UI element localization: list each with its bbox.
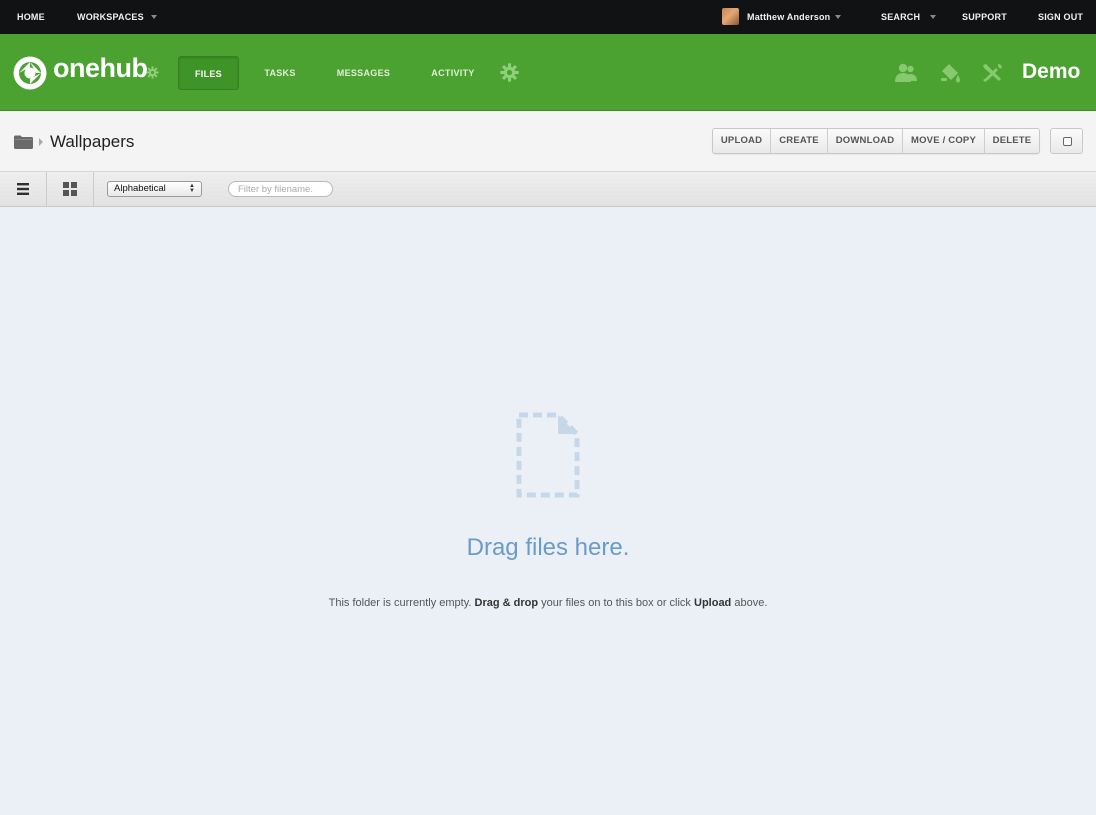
workspace-name: Demo [1022, 60, 1081, 83]
empty-folder-message: This folder is currently empty. Drag & d… [0, 597, 1096, 609]
delete-button[interactable]: DELETE [985, 129, 1039, 153]
tab-files[interactable]: FILES [178, 56, 239, 90]
empty-document-icon [516, 412, 580, 498]
top-bar: HOME WORKSPACES Matthew Anderson SEARCH … [0, 0, 1096, 34]
drag-files-title: Drag files here. [466, 534, 630, 561]
empty-message-middle: your files on to this box or click [541, 597, 691, 609]
user-menu[interactable]: Matthew Anderson [747, 0, 842, 34]
breadcrumb-separator-icon [39, 138, 43, 146]
workspace-header: onehub FILES TASKS MESSAGES ACTIVITY Dem… [0, 34, 1096, 111]
download-button[interactable]: DOWNLOAD [828, 129, 903, 153]
avatar[interactable] [722, 8, 739, 25]
search-label: SEARCH [881, 12, 921, 22]
logo-gear-icon [146, 66, 159, 79]
file-actions: UPLOAD CREATE DOWNLOAD MOVE / COPY DELET… [712, 128, 1040, 154]
home-link[interactable]: HOME [17, 0, 45, 34]
page-title: Wallpapers [50, 132, 135, 151]
tab-activity[interactable]: ACTIVITY [419, 56, 487, 90]
onehub-logo-icon[interactable] [12, 55, 48, 91]
chevron-down-icon [835, 14, 842, 19]
upload-emphasis: Upload [694, 597, 732, 609]
filter-input[interactable] [228, 181, 333, 197]
sort-select-value: Alphabetical [114, 183, 166, 194]
chevron-down-icon [930, 14, 937, 19]
grid-view-icon [63, 182, 77, 196]
checkbox-icon [1063, 137, 1072, 146]
drag-drop-emphasis: Drag & drop [474, 597, 539, 609]
paint-bucket-icon[interactable] [938, 62, 962, 84]
select-arrows-icon: ▲ ▼ [189, 183, 195, 194]
search-menu[interactable]: SEARCH [881, 0, 937, 34]
logo-text: onehub [53, 53, 148, 83]
tab-tasks[interactable]: TASKS [252, 56, 308, 90]
tools-icon[interactable] [980, 62, 1004, 84]
settings-gear-icon[interactable] [500, 63, 519, 82]
grid-view-button[interactable] [47, 172, 94, 206]
sort-select[interactable]: Alphabetical ▲ ▼ [107, 181, 202, 197]
view-toolbar: Alphabetical ▲ ▼ [0, 172, 1096, 207]
workspaces-menu[interactable]: WORKSPACES [77, 0, 157, 34]
members-icon[interactable] [894, 62, 918, 84]
empty-message-prefix: This folder is currently empty. [328, 597, 472, 609]
sign-out-link[interactable]: SIGN OUT [1038, 0, 1083, 34]
select-all-checkbox[interactable] [1050, 128, 1083, 154]
empty-message-suffix: above. [734, 597, 768, 609]
user-name: Matthew Anderson [747, 12, 831, 22]
move-copy-button[interactable]: MOVE / COPY [903, 129, 985, 153]
list-view-icon [17, 183, 29, 195]
create-button[interactable]: CREATE [771, 129, 828, 153]
chevron-down-icon [150, 14, 157, 19]
workspaces-label: WORKSPACES [77, 12, 144, 22]
breadcrumb: Wallpapers UPLOAD CREATE DOWNLOAD MOVE /… [0, 111, 1096, 172]
tab-messages[interactable]: MESSAGES [326, 56, 401, 90]
folder-icon[interactable] [14, 135, 33, 149]
drop-zone[interactable]: Drag files here. This folder is currentl… [0, 207, 1096, 815]
support-link[interactable]: SUPPORT [962, 0, 1007, 34]
upload-button[interactable]: UPLOAD [713, 129, 771, 153]
list-view-button[interactable] [0, 172, 47, 206]
